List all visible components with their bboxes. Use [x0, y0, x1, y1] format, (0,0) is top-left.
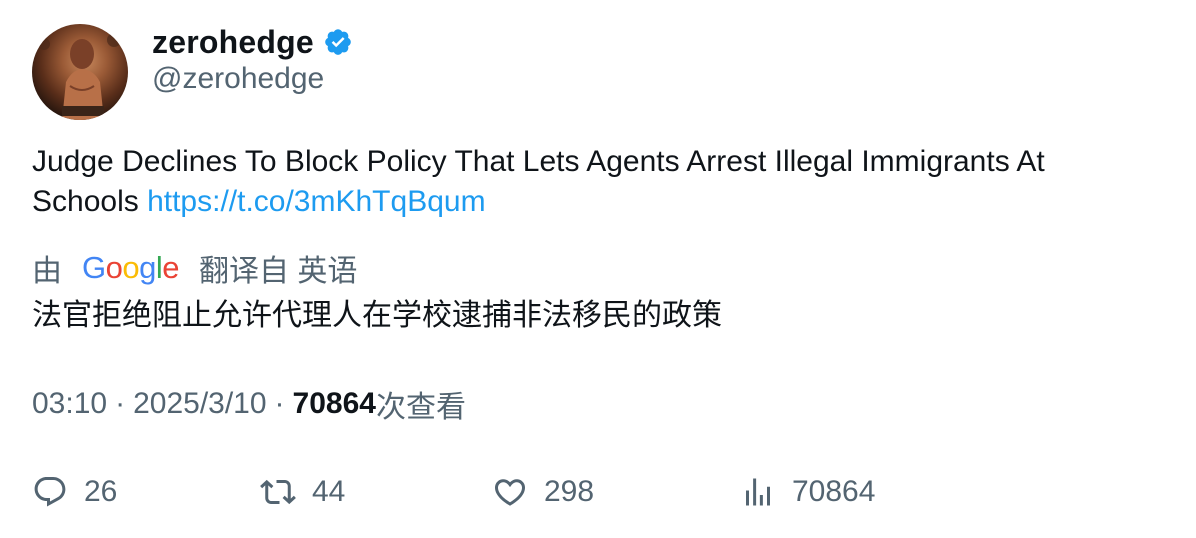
translated-text: 法官拒绝阻止允许代理人在学校逮捕非法移民的政策: [32, 299, 722, 332]
retweet-button[interactable]: 44: [260, 470, 345, 514]
display-name[interactable]: zerohedge: [152, 24, 314, 61]
action-bar: 26 44 298 70864: [32, 470, 1132, 514]
translation-prefix: 由: [32, 255, 62, 288]
views-action-count: 70864: [792, 475, 876, 508]
display-name-row: zerohedge: [152, 22, 353, 62]
bar-chart-icon: [746, 478, 770, 506]
author-handle[interactable]: @zerohedge: [152, 62, 324, 96]
meta-separator: ·: [115, 387, 126, 420]
translation-header: 由 Google 翻译自 英语: [32, 248, 357, 288]
tweet-link[interactable]: https://t.co/3mKhTqBqum: [147, 185, 485, 218]
reply-count: 26: [84, 475, 118, 508]
tweet-card: zerohedge @zerohedge Judge Declines To B…: [0, 0, 1196, 538]
like-count: 298: [544, 475, 595, 508]
tweet-date[interactable]: 2025/3/10: [133, 387, 266, 421]
views-count: 70864: [292, 387, 376, 420]
avatar[interactable]: [32, 24, 128, 120]
meta-separator: ·: [274, 387, 285, 420]
retweet-count: 44: [312, 475, 346, 508]
avatar-image: [38, 33, 121, 120]
retweet-arrows-icon: [260, 479, 296, 505]
like-button[interactable]: 298: [492, 470, 594, 514]
tweet-meta: 03:10 · 2025/3/10 · 70864 次查看: [32, 384, 466, 424]
tweet-text: Judge Declines To Block Policy That Lets…: [32, 142, 1152, 222]
translation-suffix: 翻译自 英语: [199, 255, 358, 288]
google-logo: Google: [82, 250, 180, 285]
speech-bubble-icon: [34, 477, 66, 507]
verified-badge-icon: [323, 27, 353, 57]
heart-icon: [494, 479, 526, 506]
views-button[interactable]: 70864: [740, 470, 875, 514]
views-label: 次查看: [375, 391, 466, 424]
tweet-time[interactable]: 03:10: [32, 387, 107, 421]
reply-button[interactable]: 26: [32, 470, 117, 514]
